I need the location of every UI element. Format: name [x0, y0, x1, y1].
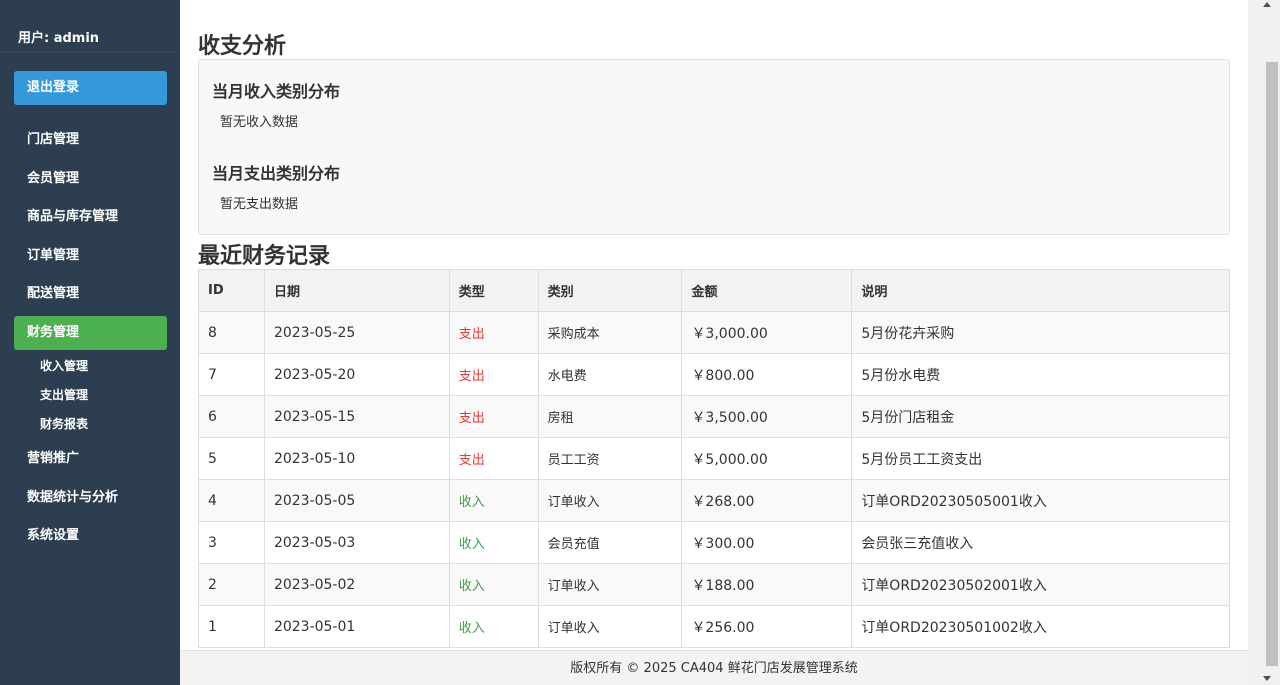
sidebar-item-settings[interactable]: 系统设置	[14, 519, 167, 553]
cell-amount: ￥3,000.00	[681, 311, 853, 354]
sidebar-item-finance[interactable]: 财务管理	[14, 316, 167, 350]
main-content: 收支分析 当月收入类别分布 暂无收入数据 当月支出类别分布 暂无支出数据 最近财…	[180, 0, 1248, 685]
sidebar-item-products-inventory[interactable]: 商品与库存管理	[14, 200, 167, 234]
scroll-down-arrow-icon[interactable]	[1263, 676, 1271, 681]
cell-category: 会员充值	[537, 521, 683, 564]
sidebar-subitem-reports[interactable]: 财务报表	[40, 415, 88, 432]
sidebar-divider	[0, 52, 180, 53]
cell-id: 3	[198, 521, 265, 564]
current-user: 用户: admin	[18, 31, 100, 46]
column-header-category: 类别	[537, 269, 683, 312]
column-header-type: 类型	[448, 269, 539, 312]
cell-category: 订单收入	[537, 605, 683, 648]
table-header-row: ID 日期 类型 类别 金额 说明	[198, 269, 1230, 312]
cell-date: 2023-05-05	[263, 479, 450, 522]
table-row: 3 2023-05-03 收入 会员充值 ￥300.00 会员张三充值收入	[198, 521, 1230, 564]
scrollbar-track-upper[interactable]	[1266, 62, 1278, 235]
sidebar: 用户: admin 退出登录 门店管理 会员管理 商品与库存管理 订单管理 配送…	[0, 0, 180, 685]
cell-id: 5	[198, 437, 265, 480]
footer: 版权所有 © 2025 CA404 鲜花门店发展管理系统	[180, 650, 1248, 685]
cell-date: 2023-05-02	[263, 563, 450, 606]
cell-description: 订单ORD20230501002收入	[851, 605, 1230, 648]
sidebar-item-analytics[interactable]: 数据统计与分析	[14, 481, 167, 515]
cell-type: 收入	[448, 605, 539, 648]
cell-type: 支出	[448, 311, 539, 354]
cell-id: 6	[198, 395, 265, 438]
sidebar-item-marketing[interactable]: 营销推广	[14, 442, 167, 476]
cell-category: 订单收入	[537, 563, 683, 606]
cell-type: 支出	[448, 395, 539, 438]
analysis-panel: 当月收入类别分布 暂无收入数据 当月支出类别分布 暂无支出数据	[198, 59, 1230, 235]
cell-amount: ￥188.00	[681, 563, 853, 606]
cell-type: 收入	[448, 563, 539, 606]
sidebar-item-orders[interactable]: 订单管理	[14, 239, 167, 273]
table-row: 6 2023-05-15 支出 房租 ￥3,500.00 5月份门店租金	[198, 395, 1230, 438]
cell-amount: ￥3,500.00	[681, 395, 853, 438]
cell-category: 房租	[537, 395, 683, 438]
expense-distribution-title: 当月支出类别分布	[212, 164, 341, 183]
table-row: 7 2023-05-20 支出 水电费 ￥800.00 5月份水电费	[198, 353, 1230, 396]
cell-date: 2023-05-03	[263, 521, 450, 564]
cell-date: 2023-05-10	[263, 437, 450, 480]
column-header-id: ID	[198, 269, 265, 312]
cell-type: 支出	[448, 353, 539, 396]
cell-amount: ￥300.00	[681, 521, 853, 564]
column-header-description: 说明	[851, 269, 1230, 312]
table-row: 8 2023-05-25 支出 采购成本 ￥3,000.00 5月份花卉采购	[198, 311, 1230, 354]
sidebar-subitem-income[interactable]: 收入管理	[40, 357, 88, 374]
cell-amount: ￥268.00	[681, 479, 853, 522]
cell-description: 订单ORD20230502001收入	[851, 563, 1230, 606]
sidebar-subitem-expense[interactable]: 支出管理	[40, 386, 88, 403]
table-row: 4 2023-05-05 收入 订单收入 ￥268.00 订单ORD20230505001…	[198, 479, 1230, 522]
expense-empty-text: 暂无支出数据	[220, 197, 299, 212]
cell-date: 2023-05-01	[263, 605, 450, 648]
cell-id: 8	[198, 311, 265, 354]
cell-description: 5月份门店租金	[851, 395, 1230, 438]
income-distribution-title: 当月收入类别分布	[212, 82, 341, 101]
income-empty-text: 暂无收入数据	[220, 115, 299, 130]
table-row: 1 2023-05-01 收入 订单收入 ￥256.00 订单ORD20230501002…	[198, 605, 1230, 648]
finance-records-table: ID 日期 类型 类别 金额 说明 8 2023-05-25 支出 采购成本 ￥3,00…	[198, 269, 1230, 648]
cell-description: 5月份员工工资支出	[851, 437, 1230, 480]
cell-description: 订单ORD20230505001收入	[851, 479, 1230, 522]
cell-description: 会员张三充值收入	[851, 521, 1230, 564]
cell-id: 1	[198, 605, 265, 648]
sidebar-item-delivery[interactable]: 配送管理	[14, 277, 167, 311]
scrollbar-thumb[interactable]	[1266, 235, 1278, 666]
cell-category: 订单收入	[537, 479, 683, 522]
cell-id: 4	[198, 479, 265, 522]
sidebar-item-members[interactable]: 会员管理	[14, 162, 167, 196]
cell-date: 2023-05-25	[263, 311, 450, 354]
cell-type: 支出	[448, 437, 539, 480]
scroll-up-arrow-icon[interactable]	[1263, 2, 1271, 7]
cell-date: 2023-05-20	[263, 353, 450, 396]
cell-description: 5月份花卉采购	[851, 311, 1230, 354]
sidebar-item-stores[interactable]: 门店管理	[14, 123, 167, 157]
cell-type: 收入	[448, 479, 539, 522]
records-title: 最近财务记录	[198, 244, 331, 269]
cell-amount: ￥256.00	[681, 605, 853, 648]
column-header-amount: 金额	[681, 269, 853, 312]
analysis-title: 收支分析	[198, 34, 287, 59]
cell-type: 收入	[448, 521, 539, 564]
cell-date: 2023-05-15	[263, 395, 450, 438]
cell-amount: ￥800.00	[681, 353, 853, 396]
cell-category: 水电费	[537, 353, 683, 396]
cell-category: 采购成本	[537, 311, 683, 354]
cell-id: 2	[198, 563, 265, 606]
table-row: 5 2023-05-10 支出 员工工资 ￥5,000.00 5月份员工工资支出	[198, 437, 1230, 480]
cell-category: 员工工资	[537, 437, 683, 480]
cell-amount: ￥5,000.00	[681, 437, 853, 480]
table-row: 2 2023-05-02 收入 订单收入 ￥188.00 订单ORD20230502001…	[198, 563, 1230, 606]
cell-description: 5月份水电费	[851, 353, 1230, 396]
cell-id: 7	[198, 353, 265, 396]
column-header-date: 日期	[263, 269, 450, 312]
logout-button[interactable]: 退出登录	[14, 71, 167, 105]
